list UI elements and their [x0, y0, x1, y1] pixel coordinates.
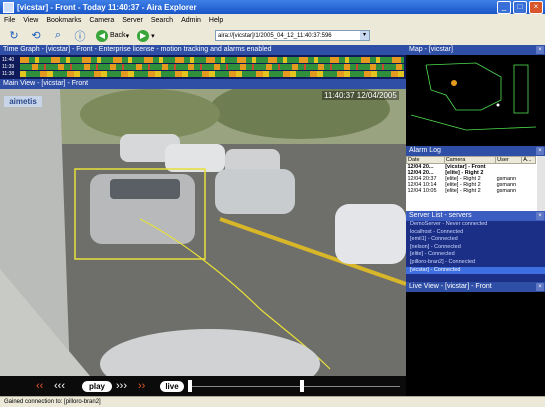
site-map[interactable]	[406, 55, 545, 146]
timeline-handle[interactable]	[188, 380, 192, 392]
forward-button[interactable]: ▶ ▾	[137, 29, 155, 42]
address-text: aira://[vicstar]/1/2005_04_12_11:40:37:5…	[218, 33, 332, 39]
server-list-title: Server List - servers	[409, 212, 472, 219]
back-dropdown-icon[interactable]: ▾	[126, 32, 130, 40]
close-button[interactable]: ×	[529, 0, 543, 14]
window-title: [vicstar] - Front - Today 11:40:37 - Air…	[17, 2, 197, 12]
rewind-fast-icon[interactable]: ‹‹	[36, 380, 43, 392]
minimize-button[interactable]: _	[497, 0, 511, 14]
aimetis-logo: aimetis	[4, 96, 42, 107]
server-item[interactable]: [pilloro-bran2] - Connected	[406, 259, 545, 267]
server-item[interactable]: DemoServer - Never connected	[406, 221, 545, 229]
menu-camera[interactable]: Camera	[85, 17, 118, 24]
server-list-header: Server List - servers ×	[406, 211, 545, 221]
address-dropdown-icon[interactable]: ▾	[360, 31, 369, 40]
time-graph-title: Time Graph - [vicstar] - Front - Enterpr…	[3, 46, 272, 53]
time-graph-row-label: 11:39	[2, 64, 15, 70]
column-header[interactable]: User	[495, 156, 523, 164]
time-graph-panel: Time Graph - [vicstar] - Front - Enterpr…	[0, 45, 406, 79]
server-list-close-icon[interactable]: ×	[536, 212, 544, 220]
main-view-title: Main View - [vicstar] - Front	[3, 80, 89, 87]
play-button[interactable]: play	[82, 381, 112, 392]
main-view-header: Main View - [vicstar] - Front	[0, 79, 406, 89]
table-row[interactable]: 12/04 10:05 [elite] - Right 2 gsmann	[407, 188, 536, 194]
menu-view[interactable]: View	[19, 17, 42, 24]
column-header[interactable]: A...	[521, 156, 536, 164]
table-header-row: Date Camera User A...	[406, 156, 536, 164]
address-input[interactable]: aira://[vicstar]/1/2005_04_12_11:40:37:5…	[215, 30, 370, 41]
time-graph-header: Time Graph - [vicstar] - Front - Enterpr…	[0, 45, 406, 55]
server-item[interactable]: [nelson] - Connected	[406, 244, 545, 252]
column-header[interactable]: Camera	[443, 156, 497, 164]
alarm-camera: [elite] - Right 2	[445, 188, 481, 194]
server-list-panel: Server List - servers × DemoServer - Nev…	[406, 211, 545, 282]
server-item[interactable]: [emil1] - Connected	[406, 236, 545, 244]
time-graph-row-label: 11:38	[2, 71, 15, 77]
speed-handle[interactable]	[300, 380, 304, 392]
video-timestamp: 11:40:37 12/04/2005	[322, 91, 399, 100]
alarm-ack	[522, 188, 536, 194]
server-item[interactable]: [elite] - Connected	[406, 251, 545, 259]
live-view-panel: Live View - [vicstar] - Front ×	[406, 282, 545, 396]
menu-bookmarks[interactable]: Bookmarks	[42, 17, 85, 24]
camera-feed[interactable]	[0, 89, 406, 376]
forward-fast-icon[interactable]: ››	[138, 380, 145, 392]
column-header[interactable]: Date	[406, 156, 445, 164]
menu-bar: File View Bookmarks Camera Server Search…	[0, 14, 545, 26]
map-header: Map - [vicstar] ×	[406, 45, 545, 55]
alarm-date: 12/04 10:05	[407, 188, 437, 194]
forward-dropdown-icon[interactable]: ▾	[151, 32, 155, 40]
time-graph-row-label: 11:40	[2, 57, 15, 63]
menu-search[interactable]: Search	[147, 17, 177, 24]
server-item[interactable]: localhost - Connected	[406, 229, 545, 237]
back-arrow-icon: ◀	[96, 29, 108, 42]
forward-arrow-icon: ▶	[137, 29, 150, 42]
maximize-button[interactable]: □	[513, 0, 527, 14]
menu-server[interactable]: Server	[118, 17, 147, 24]
menu-file[interactable]: File	[0, 17, 19, 24]
status-bar: Gained connection to: [pilloro-bran2]	[0, 396, 545, 406]
time-graph-track[interactable]	[20, 57, 404, 63]
live-view-header: Live View - [vicstar] - Front ×	[406, 282, 545, 292]
back-label: Back	[110, 32, 126, 39]
rewind-icon[interactable]: ‹‹‹	[54, 380, 65, 392]
title-bar: [vicstar] - Front - Today 11:40:37 - Air…	[0, 0, 545, 14]
map-title: Map - [vicstar]	[409, 46, 453, 53]
time-graph-track[interactable]	[20, 64, 404, 70]
alarm-log-title: Alarm Log	[409, 147, 441, 154]
refresh-icon[interactable]: ↻	[6, 29, 22, 43]
server-item-selected[interactable]: [vicstar] - Connected	[406, 266, 545, 275]
timeline-slider[interactable]	[190, 386, 400, 387]
alarm-user: gsmann	[496, 188, 517, 194]
menu-help[interactable]: Help	[205, 17, 227, 24]
back-button[interactable]: ◀ Back ▾	[96, 29, 130, 42]
time-graph-track[interactable]	[20, 71, 404, 77]
forward-icon[interactable]: ›››	[116, 380, 127, 392]
search-icon[interactable]: ⌕	[50, 29, 66, 43]
live-button[interactable]: live	[160, 381, 184, 392]
alarm-log-header: Alarm Log ×	[406, 146, 545, 156]
live-view-title: Live View - [vicstar] - Front	[409, 283, 492, 290]
alarm-log-scrollbar[interactable]	[537, 156, 545, 211]
info-icon[interactable]: ⓘ	[72, 29, 88, 43]
alarm-table: Date Camera User A... 12/04 20... [vicst…	[406, 156, 536, 194]
status-text: Gained connection to: [pilloro-bran2]	[4, 399, 101, 405]
rewind-icon[interactable]: ⟲	[28, 29, 44, 43]
map-close-icon[interactable]: ×	[536, 46, 544, 54]
menu-admin[interactable]: Admin	[177, 17, 205, 24]
app-icon	[3, 1, 14, 13]
alarm-log-panel: Alarm Log × Date Camera User A... 12/04 …	[406, 146, 545, 211]
alarm-log-close-icon[interactable]: ×	[536, 147, 544, 155]
live-view-close-icon[interactable]: ×	[536, 283, 544, 291]
map-panel: Map - [vicstar] ×	[406, 45, 545, 146]
